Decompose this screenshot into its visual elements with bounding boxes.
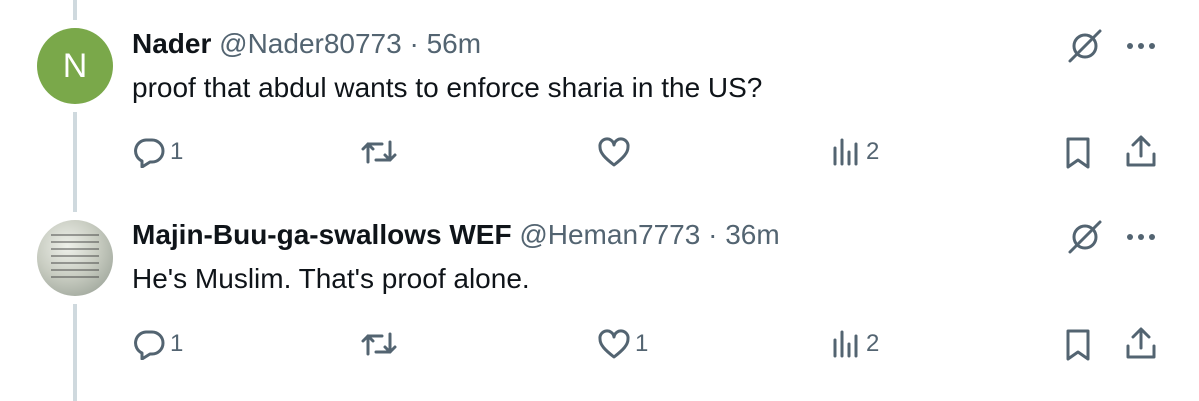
tweet-header: Nader @Nader80773 · 56m (132, 27, 481, 61)
avatar[interactable] (37, 220, 113, 296)
views-count: 2 (866, 330, 880, 357)
views-icon (830, 328, 862, 360)
tweet[interactable]: Majin-Buu-ga-swallows WEF @Heman7773 · 3… (0, 200, 1199, 401)
grok-slash-icon[interactable] (1066, 27, 1104, 65)
avatar-text-line (51, 255, 99, 257)
like-count: 1 (635, 330, 649, 357)
tweet-header: Majin-Buu-ga-swallows WEF @Heman7773 · 3… (132, 218, 780, 252)
reply-count: 1 (170, 138, 184, 165)
timestamp[interactable]: 56m (427, 28, 481, 59)
views-count: 2 (866, 138, 880, 165)
display-name[interactable]: Majin-Buu-ga-swallows WEF (132, 219, 512, 250)
avatar-letter: N (62, 46, 88, 85)
timestamp[interactable]: 36m (725, 219, 779, 250)
reply-button[interactable]: 1 (132, 136, 183, 168)
avatar-text-line (51, 248, 99, 250)
reply-count: 1 (170, 330, 184, 357)
more-icon[interactable] (1124, 36, 1158, 56)
avatar-text-line (51, 269, 99, 271)
views-button[interactable]: 2 (830, 328, 879, 360)
retweet-icon (359, 328, 399, 360)
separator: · (409, 28, 419, 59)
share-icon[interactable] (1124, 134, 1158, 168)
share-icon[interactable] (1124, 326, 1158, 360)
views-button[interactable]: 2 (830, 136, 879, 168)
retweet-button[interactable] (359, 328, 399, 360)
like-icon (597, 136, 631, 168)
like-button[interactable]: 1 (597, 328, 648, 360)
grok-slash-icon[interactable] (1066, 218, 1104, 256)
more-icon[interactable] (1124, 227, 1158, 247)
like-button[interactable] (597, 136, 631, 168)
separator: · (708, 219, 718, 250)
reply-icon (132, 328, 166, 360)
avatar-text-line (51, 262, 99, 264)
reply-icon (132, 136, 166, 168)
retweet-button[interactable] (359, 136, 399, 168)
bookmark-icon[interactable] (1064, 328, 1092, 362)
reply-button[interactable]: 1 (132, 328, 183, 360)
handle[interactable]: @Nader80773 (219, 28, 402, 59)
tweet[interactable]: N Nader @Nader80773 · 56m proof that abd… (0, 0, 1199, 200)
tweet-text: He's Muslim. That's proof alone. (132, 263, 530, 294)
handle[interactable]: @Heman7773 (519, 219, 700, 250)
tweet-text: proof that abdul wants to enforce sharia… (132, 72, 763, 103)
avatar-text-line (51, 234, 99, 236)
avatar-text-line (51, 276, 99, 278)
like-icon (597, 328, 631, 360)
avatar-text-line (51, 241, 99, 243)
bookmark-icon[interactable] (1064, 136, 1092, 170)
display-name[interactable]: Nader (132, 28, 211, 59)
avatar[interactable]: N (37, 28, 113, 104)
retweet-icon (359, 136, 399, 168)
views-icon (830, 136, 862, 168)
